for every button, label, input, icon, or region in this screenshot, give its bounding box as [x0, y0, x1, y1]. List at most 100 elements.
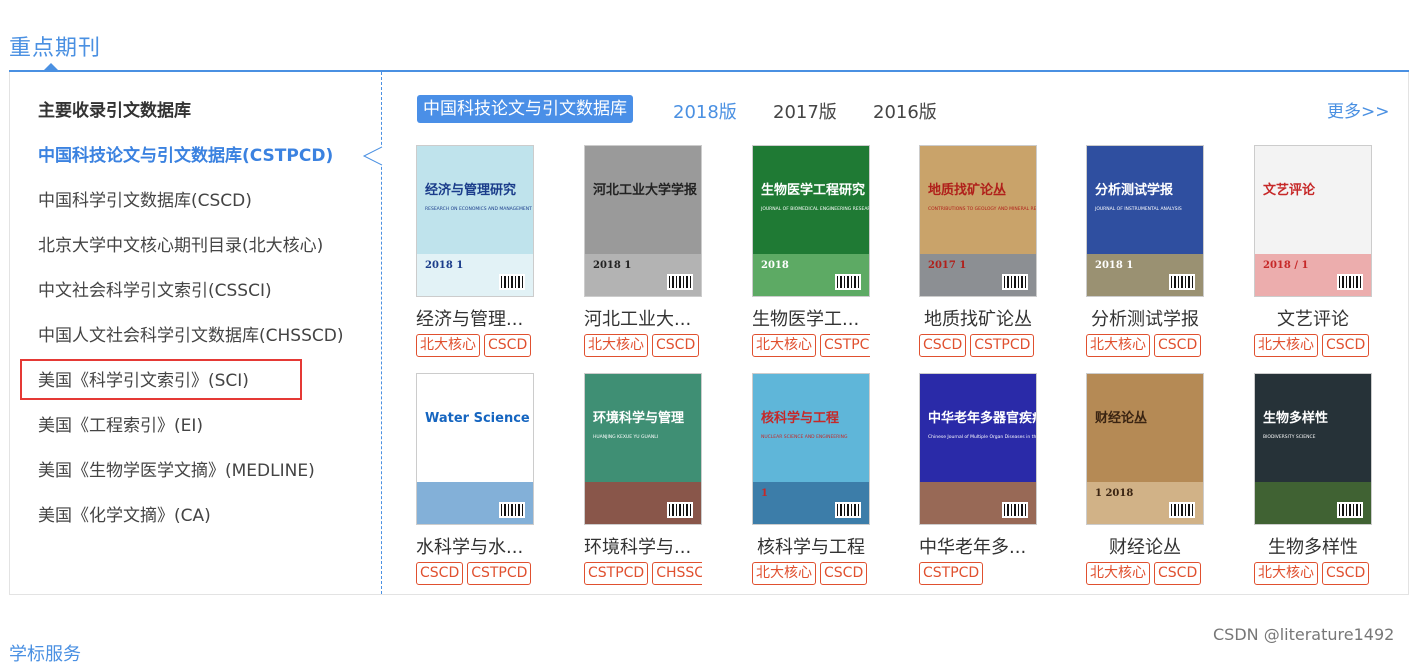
index-tag[interactable]: 北大核心 [416, 334, 480, 357]
more-link[interactable]: 更多>> [1327, 97, 1390, 122]
journal-name[interactable]: 财经论丛 [1086, 533, 1204, 559]
index-tag[interactable]: CSTPCD [970, 334, 1035, 357]
cover-subtitle: Chinese Journal of Multiple Organ Diseas… [928, 434, 1037, 440]
cover-issue: 1 [761, 488, 768, 499]
cover-issue: 2018 1 [593, 260, 631, 271]
journal-name[interactable]: 地质找矿论丛 [919, 305, 1037, 331]
index-tag[interactable]: 北大核心 [1254, 562, 1318, 585]
journal-card[interactable]: 经济与管理研究 RESEARCH ON ECONOMICS AND MANAGEM… [416, 145, 576, 360]
sidebar-item-ei[interactable]: 美国《工程索引》(EI) [38, 411, 203, 436]
journal-name[interactable]: 水科学与水... [416, 533, 566, 559]
journal-tags: 北大核心 CSCD [1254, 562, 1372, 586]
journal-name[interactable]: 生物医学工... [752, 305, 902, 331]
index-tag[interactable]: CSCD [820, 562, 868, 585]
journal-cover[interactable]: 经济与管理研究 RESEARCH ON ECONOMICS AND MANAGEM… [416, 145, 534, 297]
journal-tags: 北大核心 CSCD [584, 334, 702, 358]
journal-card[interactable]: 分析测试学报 JOURNAL OF INSTRUMENTAL ANALYSIS 20… [1086, 145, 1246, 360]
index-tag[interactable]: CSTPCD [820, 334, 870, 357]
cover-issue: 2018 1 [1095, 260, 1133, 271]
index-tag[interactable]: CSCD [1322, 334, 1370, 357]
index-tag[interactable]: CSCD [416, 562, 464, 585]
cover-title: 生物多样性 [1263, 410, 1328, 426]
cover-title: 环境科学与管理 [593, 410, 684, 426]
journal-card[interactable]: 环境科学与管理 HUANJING KEXUE YU GUANLI 环境科学与... C… [584, 373, 744, 588]
journal-name[interactable]: 环境科学与... [584, 533, 734, 559]
journal-cover[interactable]: 财经论丛 1 2018 [1086, 373, 1204, 525]
sidebar-item-medline[interactable]: 美国《生物学医学文摘》(MEDLINE) [38, 456, 315, 481]
index-tag[interactable]: 北大核心 [1086, 334, 1150, 357]
index-tag[interactable]: 北大核心 [584, 334, 648, 357]
journal-name[interactable]: 河北工业大... [584, 305, 734, 331]
sidebar-item-ca[interactable]: 美国《化学文摘》(CA) [38, 501, 211, 526]
journal-cover[interactable]: 环境科学与管理 HUANJING KEXUE YU GUANLI [584, 373, 702, 525]
cover-title: 河北工业大学学报 [593, 182, 698, 198]
journal-cover[interactable]: 分析测试学报 JOURNAL OF INSTRUMENTAL ANALYSIS 20… [1086, 145, 1204, 297]
journal-cover[interactable]: 河北工业大学学报 2018 1 [584, 145, 702, 297]
journal-card[interactable]: Water Science and Engineering 水科学与水... CSC… [416, 373, 576, 588]
tab-2017[interactable]: 2017版 [773, 98, 837, 124]
sidebar-heading: 主要收录引文数据库 [38, 101, 191, 121]
index-tag[interactable]: CSTPCD [919, 562, 984, 585]
journal-card[interactable]: 生物医学工程研究 JOURNAL OF BIOMEDICAL ENGINEERIN… [752, 145, 912, 360]
index-tag[interactable]: CSCD [919, 334, 967, 357]
journal-cover[interactable]: Water Science and Engineering [416, 373, 534, 525]
index-tag[interactable]: 北大核心 [752, 334, 816, 357]
tab-2018[interactable]: 2018版 [673, 98, 737, 124]
sidebar-item-pku-core[interactable]: 北京大学中文核心期刊目录(北大核心) [38, 231, 323, 256]
journal-card[interactable]: 生物多样性 BIODIVERSITY SCIENCE 生物多样性 北大核心 CSCD [1254, 373, 1414, 588]
index-tag[interactable]: 北大核心 [1254, 334, 1318, 357]
sidebar-item-cstpcd[interactable]: 中国科技论文与引文数据库(CSTPCD) [38, 141, 333, 166]
cover-issue: 2018 / 1 [1263, 260, 1308, 271]
cover-issue: 2018 [761, 260, 789, 271]
index-tag[interactable]: 北大核心 [1086, 562, 1150, 585]
cover-subtitle: HUANJING KEXUE YU GUANLI [593, 434, 658, 440]
sidebar-item-cssci[interactable]: 中文社会科学引文索引(CSSCI) [38, 276, 272, 301]
cover-title: 地质找矿论丛 [928, 182, 1006, 198]
index-tag[interactable]: CSTPCD [467, 562, 532, 585]
journal-card[interactable]: 河北工业大学学报 2018 1 河北工业大... 北大核心 CSCD [584, 145, 744, 360]
index-tag[interactable]: CSCD [1322, 562, 1370, 585]
journal-name[interactable]: 经济与管理... [416, 305, 566, 331]
journal-name[interactable]: 生物多样性 [1254, 533, 1372, 559]
cover-issue: 2017 1 [928, 260, 966, 271]
sidebar-item-chsscd[interactable]: 中国人文社会科学引文数据库(CHSSCD) [38, 321, 343, 346]
section-title: 重点期刊 [9, 36, 102, 61]
journal-cover[interactable]: 生物医学工程研究 JOURNAL OF BIOMEDICAL ENGINEERIN… [752, 145, 870, 297]
sidebar-item-cscd[interactable]: 中国科学引文数据库(CSCD) [38, 186, 252, 211]
cover-title: Water Science and Engineering [425, 411, 534, 426]
journal-name[interactable]: 分析测试学报 [1086, 305, 1204, 331]
journal-name[interactable]: 核科学与工程 [752, 533, 870, 559]
journal-card[interactable]: 核科学与工程 NUCLEAR SCIENCE AND ENGINEERING 1 核科… [752, 373, 912, 588]
journal-cover[interactable]: 中华老年多器官疾病杂志 Chinese Journal of Multiple O… [919, 373, 1037, 525]
index-tag[interactable]: CSCD [1154, 334, 1202, 357]
journal-tags: 北大核心 CSCD [1086, 562, 1204, 586]
journal-card[interactable]: 地质找矿论丛 CONTRIBUTIONS TO GEOLOGY AND MINER… [919, 145, 1079, 360]
next-section-title: 学标服务 [9, 644, 81, 665]
index-tag[interactable]: CSTPCD [584, 562, 649, 585]
journal-cover[interactable]: 生物多样性 BIODIVERSITY SCIENCE [1254, 373, 1372, 525]
cover-issue: 2018 1 [425, 260, 463, 271]
journal-cover[interactable]: 地质找矿论丛 CONTRIBUTIONS TO GEOLOGY AND MINER… [919, 145, 1037, 297]
journal-name[interactable]: 中华老年多... [919, 533, 1069, 559]
journal-cover[interactable]: 文艺评论 2018 / 1 [1254, 145, 1372, 297]
journal-card[interactable]: 文艺评论 2018 / 1 文艺评论北大核心 CSCD [1254, 145, 1414, 360]
cover-issue: 1 2018 [1095, 488, 1133, 499]
sidebar: 主要收录引文数据库 中国科技论文与引文数据库(CSTPCD) 中国科学引文数据库… [10, 72, 381, 594]
cover-subtitle: JOURNAL OF BIOMEDICAL ENGINEERING RESEAR… [760, 206, 870, 212]
index-tag[interactable]: CHSSCD [652, 562, 702, 585]
cover-title: 中华老年多器官疾病杂志 [928, 410, 1037, 426]
journal-card[interactable]: 中华老年多器官疾病杂志 Chinese Journal of Multiple O… [919, 373, 1079, 588]
tab-cstpcd[interactable]: 中国科技论文与引文数据库 [417, 95, 633, 123]
index-tag[interactable]: CSCD [652, 334, 700, 357]
cover-title: 生物医学工程研究 [761, 182, 865, 198]
tab-2016[interactable]: 2016版 [873, 98, 937, 124]
index-tag[interactable]: CSCD [484, 334, 532, 357]
journal-name[interactable]: 文艺评论 [1254, 305, 1372, 331]
journal-card[interactable]: 财经论丛 1 2018 财经论丛北大核心 CSCD [1086, 373, 1246, 588]
cover-title: 经济与管理研究 [425, 182, 516, 198]
journal-tags: 北大核心 CSCD [1086, 334, 1204, 358]
sci-highlight-box [20, 359, 302, 400]
journal-cover[interactable]: 核科学与工程 NUCLEAR SCIENCE AND ENGINEERING 1 [752, 373, 870, 525]
index-tag[interactable]: 北大核心 [752, 562, 816, 585]
index-tag[interactable]: CSCD [1154, 562, 1202, 585]
